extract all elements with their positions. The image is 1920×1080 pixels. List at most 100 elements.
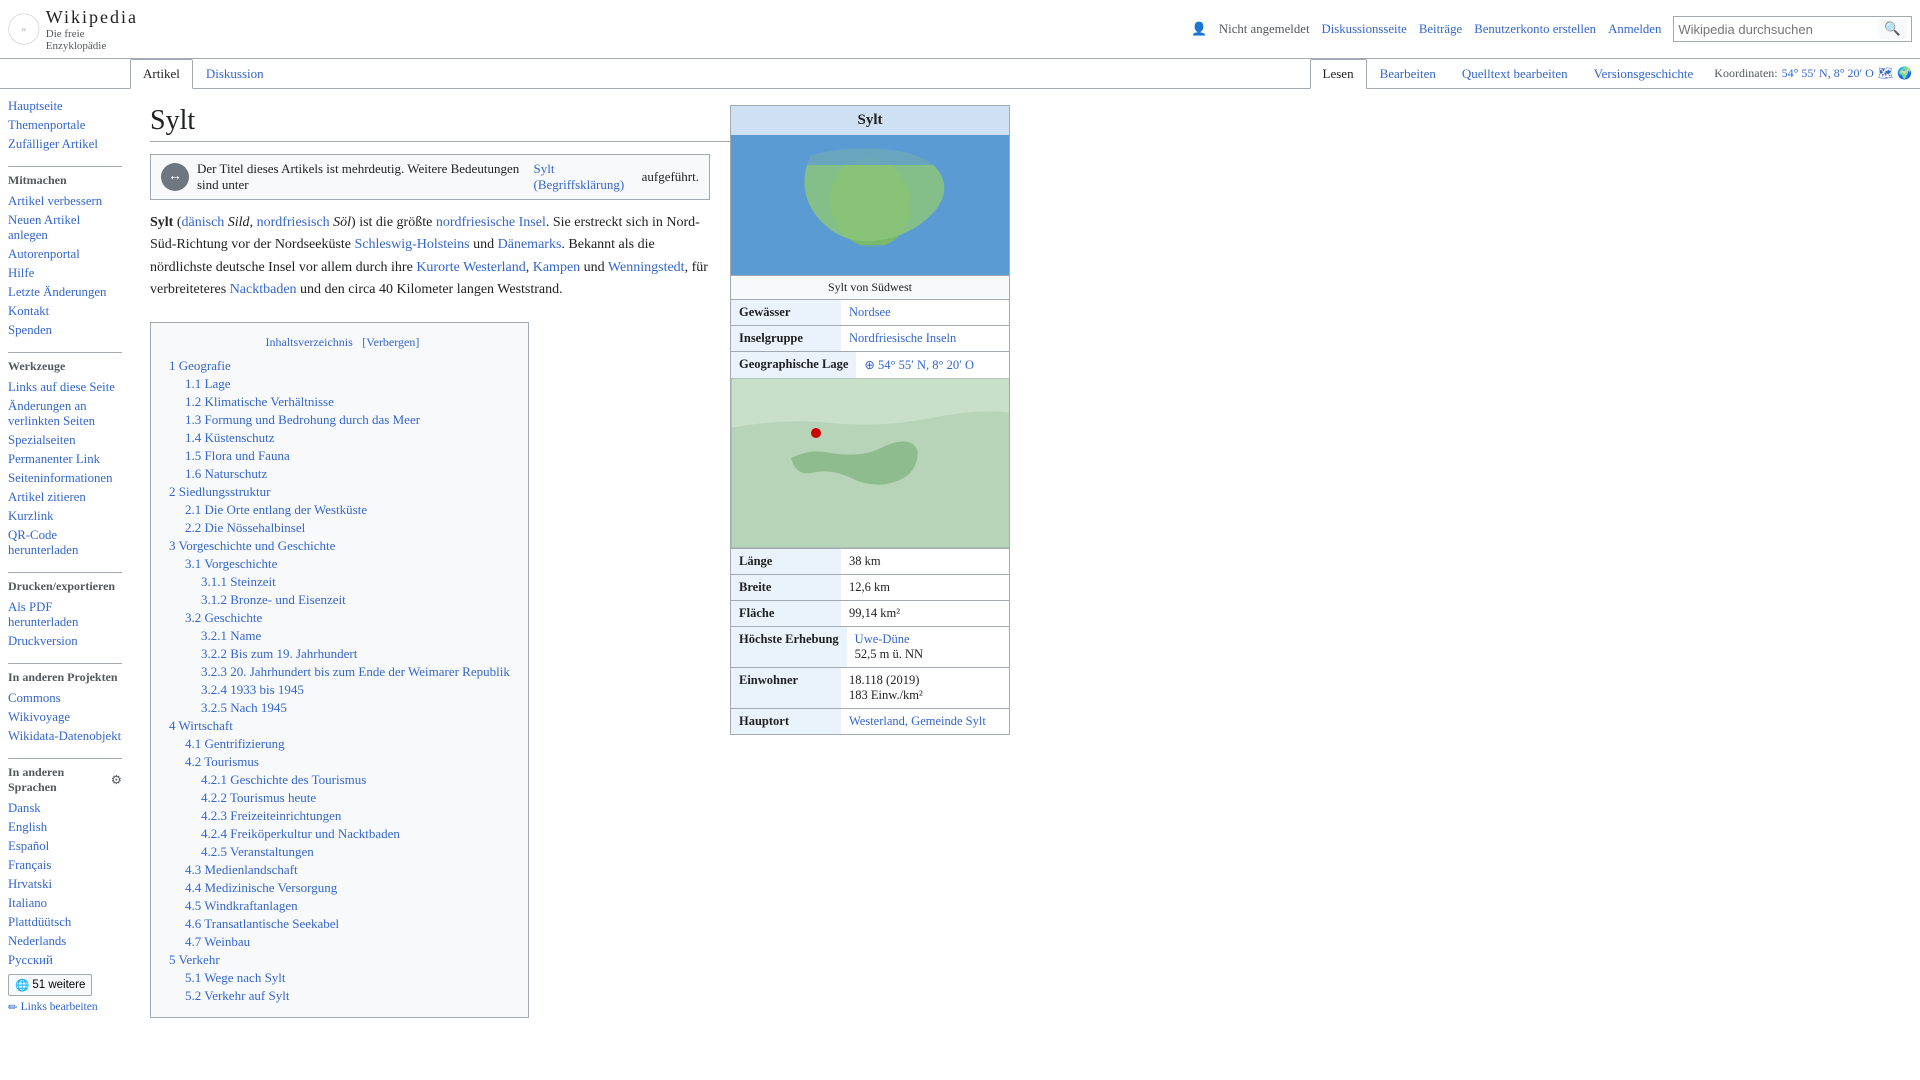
tab-bearbeiten[interactable]: Bearbeiten <box>1367 59 1449 89</box>
sidebar-item-letzte-aenderungen[interactable]: Letzte Änderungen <box>8 283 122 302</box>
toc-item-5: 5 Verkehr <box>169 951 510 969</box>
sidebar-item-english[interactable]: English <box>8 818 122 837</box>
search-input[interactable] <box>1678 22 1878 37</box>
toc-item-3-1-1: 3.1.1 Steinzeit <box>169 573 510 591</box>
toc-item-4-2: 4.2 Tourismus <box>169 753 510 771</box>
search-button[interactable]: 🔍 <box>1878 19 1907 39</box>
aerial-svg <box>731 135 1009 275</box>
sidebar-item-links-auf[interactable]: Links auf diese Seite <box>8 378 122 397</box>
sidebar-item-hilfe[interactable]: Hilfe <box>8 264 122 283</box>
sidebar-item-zufaelliger[interactable]: Zufälliger Artikel <box>8 135 122 154</box>
toc-item-3-1: 3.1 Vorgeschichte <box>169 555 510 573</box>
tab-versionsgeschichte[interactable]: Versionsgeschichte <box>1581 59 1707 89</box>
sidebar-item-plattdeutsch[interactable]: Plattdüütsch <box>8 913 122 932</box>
map-icon: 🗺 <box>1878 66 1893 81</box>
sidebar-item-qr-code[interactable]: QR-Code herunterladen <box>8 526 122 560</box>
infobox-row-hauptort: Hauptort Westerland, Gemeinde Sylt <box>731 708 1009 734</box>
sidebar-item-spezialseiten[interactable]: Spezialseiten <box>8 431 122 450</box>
sidebar-item-permanenter[interactable]: Permanenter Link <box>8 450 122 469</box>
sidebar-item-spenden[interactable]: Spenden <box>8 321 122 340</box>
sidebar-item-italiano[interactable]: Italiano <box>8 894 122 913</box>
sidebar-item-kurzlink[interactable]: Kurzlink <box>8 507 122 526</box>
sidebar-drucken: Drucken/exportieren Als PDF herunterlade… <box>8 579 122 651</box>
weitere-button[interactable]: 🌐 51 weitere <box>8 974 92 996</box>
sidebar-mitmachen: Mitmachen Artikel verbessern Neuen Artik… <box>8 173 122 340</box>
contributions-link[interactable]: Beiträge <box>1419 22 1462 37</box>
discussion-link[interactable]: Diskussionsseite <box>1322 22 1407 37</box>
sidebar-item-russisch[interactable]: Русский <box>8 951 122 970</box>
toc-item-4-4: 4.4 Medizinische Versorgung <box>169 879 510 897</box>
sidebar-item-dansk[interactable]: Dansk <box>8 799 122 818</box>
sidebar-item-wikidata[interactable]: Wikidata-Datenobjekt <box>8 727 122 746</box>
login-link[interactable]: Anmelden <box>1608 22 1661 37</box>
sidebar-item-als-pdf[interactable]: Als PDF herunterladen <box>8 598 122 632</box>
toc-item-3-2-1: 3.2.1 Name <box>169 627 510 645</box>
toc-item-4: 4 Wirtschaft <box>169 717 510 735</box>
sidebar-item-nederlands[interactable]: Nederlands <box>8 932 122 951</box>
toc-item-4-6: 4.6 Transatlantische Seekabel <box>169 915 510 933</box>
sidebar-item-francais[interactable]: Français <box>8 856 122 875</box>
toc-item-3-2-3: 3.2.3 20. Jahrhundert bis zum Ende der W… <box>169 663 510 681</box>
sidebar-andere-sprachen: In anderen Sprachen ⚙ Dansk English Espa… <box>8 765 122 1014</box>
infobox-caption: Sylt von Südwest <box>731 275 1009 299</box>
sidebar-item-hrvatski[interactable]: Hrvatski <box>8 875 122 894</box>
links-bearbeiten-label: Links bearbeiten <box>21 1001 98 1013</box>
sidebar-item-commons[interactable]: Commons <box>8 689 122 708</box>
globe-icon: 🌍 <box>1897 66 1912 81</box>
sidebar-item-autorenportal[interactable]: Autorenportal <box>8 245 122 264</box>
toc-item-3-1-2: 3.1.2 Bronze- und Eisenzeit <box>169 591 510 609</box>
main-layout: Hauptseite Themenportale Zufälliger Arti… <box>0 89 1920 1042</box>
toc-item-4-3: 4.3 Medienlandschaft <box>169 861 510 879</box>
sidebar-andere-projekte: In anderen Projekten Commons Wikivoyage … <box>8 670 122 746</box>
toc-item-2-2: 2.2 Die Nössehalbinsel <box>169 519 510 537</box>
sidebar-item-seiteninformationen[interactable]: Seiteninformationen <box>8 469 122 488</box>
tab-lesen[interactable]: Lesen <box>1310 59 1367 89</box>
sidebar-item-themenportale[interactable]: Themenportale <box>8 116 122 135</box>
weitere-label: 51 weitere <box>32 979 85 991</box>
sidebar-item-espanol[interactable]: Español <box>8 837 122 856</box>
logo-area: W Wikipedia Die freie Enzyklopädie <box>8 4 138 54</box>
toc-item-3-2-5: 3.2.5 Nach 1945 <box>169 699 510 717</box>
toc-item-3-2-4: 3.2.4 1933 bis 1945 <box>169 681 510 699</box>
toc-item-4-2-3: 4.2.3 Freizeiteinrichtungen <box>169 807 510 825</box>
sidebar-item-druckversion[interactable]: Druckversion <box>8 632 122 651</box>
article-content: Sylt Sylt von Südwest Gewässer Nordsee <box>130 89 1030 1042</box>
toc-title: Inhaltsverzeichnis [Verbergen] <box>169 335 510 351</box>
toc: Inhaltsverzeichnis [Verbergen] 1 Geograf… <box>150 322 529 1018</box>
sidebar-item-artikel-zitieren[interactable]: Artikel zitieren <box>8 488 122 507</box>
coords-bar: Koordinaten: 54° 55′ N, 8° 20′ O 🗺 🌍 <box>1706 59 1920 88</box>
sidebar-item-artikel-verbessern[interactable]: Artikel verbessern <box>8 192 122 211</box>
toc-item-5-2: 5.2 Verkehr auf Sylt <box>169 987 510 1005</box>
tab-diskussion[interactable]: Diskussion <box>193 59 277 89</box>
tab-quelltext[interactable]: Quelltext bearbeiten <box>1449 59 1581 89</box>
disambig-link[interactable]: Sylt (Begriffsklärung) <box>533 161 633 193</box>
sidebar-werkzeuge-title: Werkzeuge <box>8 359 122 374</box>
sidebar-item-links-bearbeiten[interactable]: ✏ Links bearbeiten <box>8 1000 122 1014</box>
toc-item-4-2-5: 4.2.5 Veranstaltungen <box>169 843 510 861</box>
infobox-row-flaeche: Fläche 99,14 km² <box>731 600 1009 626</box>
page-header: W Wikipedia Die freie Enzyklopädie 👤 Nic… <box>0 0 1920 59</box>
create-account-link[interactable]: Benutzerkonto erstellen <box>1474 22 1596 37</box>
infobox-row-lage: Geographische Lage ⊕ 54° 55′ N, 8° 20′ O <box>731 351 1009 378</box>
coords-link[interactable]: 54° 55′ N, 8° 20′ O <box>1782 66 1874 81</box>
toc-verbergen[interactable]: [Verbergen] <box>362 335 419 349</box>
view-tabs: Lesen Bearbeiten Quelltext bearbeiten Ve… <box>1310 59 1920 88</box>
sidebar-item-neuen-artikel[interactable]: Neuen Artikel anlegen <box>8 211 122 245</box>
toc-item-1-6: 1.6 Naturschutz <box>169 465 510 483</box>
infobox-title: Sylt <box>731 106 1009 135</box>
infobox-row-einwohner: Einwohner 18.118 (2019)183 Einw./km² <box>731 667 1009 708</box>
sidebar-item-kontakt[interactable]: Kontakt <box>8 302 122 321</box>
sidebar-item-hauptseite[interactable]: Hauptseite <box>8 97 122 116</box>
toc-item-2-1: 2.1 Die Orte entlang der Westküste <box>169 501 510 519</box>
infobox: Sylt Sylt von Südwest Gewässer Nordsee <box>730 105 1010 735</box>
coords-label: Koordinaten: <box>1714 66 1777 81</box>
wikipedia-logo: W <box>8 4 40 54</box>
sidebar-drucken-title: Drucken/exportieren <box>8 579 122 594</box>
sidebar-item-wikivoyage[interactable]: Wikivoyage <box>8 708 122 727</box>
sidebar-divider-1 <box>8 166 122 167</box>
disambig-box: ↔ Der Titel dieses Artikels ist mehrdeut… <box>150 154 710 200</box>
sidebar-item-aenderungen[interactable]: Änderungen an verlinkten Seiten <box>8 397 122 431</box>
gear-icon[interactable]: ⚙ <box>111 772 122 788</box>
tab-artikel[interactable]: Artikel <box>130 59 193 89</box>
disambig-suffix: aufgeführt. <box>642 169 699 185</box>
